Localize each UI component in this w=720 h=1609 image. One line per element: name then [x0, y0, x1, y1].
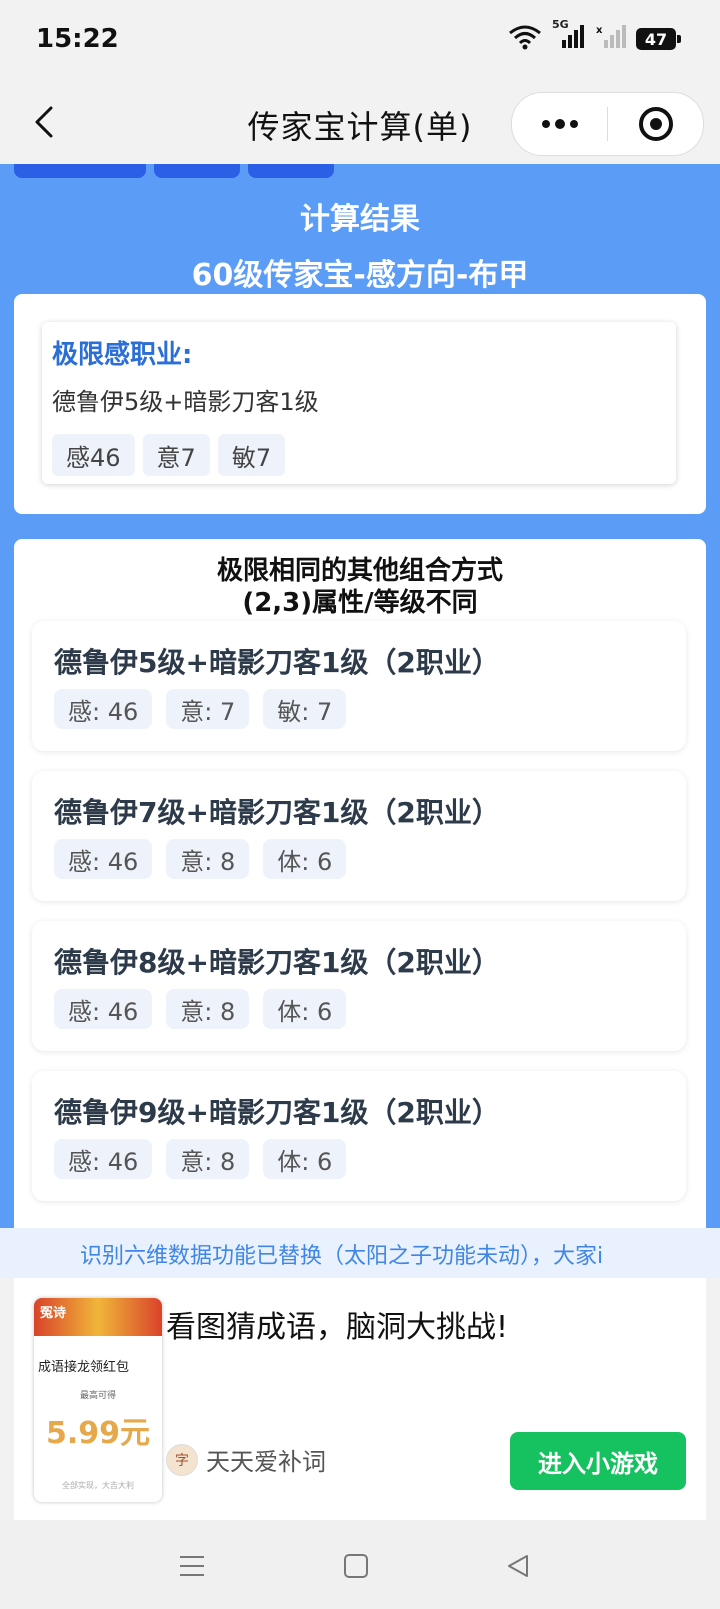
stat-chip: 感: 46	[54, 839, 153, 879]
more-dots-icon	[541, 119, 578, 129]
other-combos-title-line2: (2,3)属性/等级不同	[242, 588, 478, 618]
top-button-1[interactable]	[14, 164, 146, 178]
result-subtitle: 60级传家宝-感方向-布甲	[191, 258, 529, 293]
notice-text: 识别六维数据功能已替换（太阳之子功能未动），大家i	[80, 1244, 604, 1269]
combo-name: 德鲁伊5级+暗影刀客1级（2职业）	[54, 646, 500, 679]
combo-name: 德鲁伊9级+暗影刀客1级（2职业）	[54, 1096, 500, 1129]
home-key[interactable]	[336, 1548, 376, 1584]
notice-marquee: 识别六维数据功能已替换（太阳之子功能未动），大家i	[0, 1228, 720, 1278]
stat-chip: 意: 8	[166, 1139, 250, 1179]
content-area[interactable]: 计算结果 60级传家宝-感方向-布甲 极限感职业: 德鲁伊5级+暗影刀客1级 感…	[0, 164, 720, 1228]
svg-text:x: x	[596, 25, 603, 36]
wifi-icon	[508, 24, 542, 54]
back-key[interactable]	[498, 1548, 538, 1584]
close-miniprogram-button[interactable]	[608, 93, 703, 155]
thumb-banner: 冤诗	[34, 1298, 162, 1336]
limit-card: 极限感职业: 德鲁伊5级+暗影刀客1级 感46 意7 敏7	[14, 294, 706, 514]
status-time: 15:22	[36, 24, 119, 54]
status-bar: 15:22 5G x 47	[0, 0, 720, 84]
thumb-small: 最高可得	[79, 1391, 116, 1401]
combo-stats: 感: 46 意: 8 体: 6	[54, 839, 347, 879]
top-button-2[interactable]	[154, 164, 240, 178]
thumb-price: 5.99元	[45, 1416, 151, 1451]
status-icons: 5G x 47	[508, 18, 681, 54]
combo-name: 德鲁伊8级+暗影刀客1级（2职业）	[54, 946, 500, 979]
other-combos-title-line1: 极限相同的其他组合方式	[216, 556, 503, 586]
stat-chip: 意7	[142, 434, 210, 476]
stat-chip: 意: 8	[166, 839, 250, 879]
combo-item: 德鲁伊5级+暗影刀客1级（2职业） 感: 46 意: 7 敏: 7	[32, 621, 686, 751]
combo-list: 德鲁伊5级+暗影刀客1级（2职业） 感: 46 意: 7 敏: 7 德鲁伊7级+…	[32, 621, 686, 1221]
stat-chip: 感46	[52, 434, 135, 476]
square-icon	[344, 1554, 368, 1578]
nav-bar: 传家宝计算(单)	[0, 84, 720, 164]
menu-key[interactable]	[172, 1548, 212, 1584]
limit-inner: 极限感职业: 德鲁伊5级+暗影刀客1级 感46 意7 敏7	[42, 322, 676, 484]
combo-stats: 感: 46 意: 8 体: 6	[54, 989, 347, 1029]
stat-chip: 体: 6	[263, 989, 347, 1029]
enter-game-button[interactable]: 进入小游戏	[510, 1432, 686, 1490]
stat-chip: 感: 46	[54, 989, 153, 1029]
stat-chip: 感: 46	[54, 689, 153, 729]
top-button-3[interactable]	[248, 164, 334, 178]
thumb-line: 成语接龙领红包	[38, 1360, 130, 1375]
limit-combo: 德鲁伊5级+暗影刀客1级	[52, 388, 319, 416]
stat-chip: 体: 6	[263, 839, 347, 879]
stat-chip: 敏7	[217, 434, 286, 476]
capsule-menu	[511, 92, 704, 156]
combo-stats: 感: 46 意: 8 体: 6	[54, 1139, 347, 1179]
ad-app: 字 天天爱补词	[166, 1442, 326, 1477]
stat-chip: 感: 46	[54, 1139, 153, 1179]
top-buttons-cutoff	[14, 164, 334, 178]
limit-heading: 极限感职业:	[52, 340, 193, 370]
app-icon: 字	[166, 1443, 198, 1476]
combo-stats: 感: 46 意: 7 敏: 7	[54, 689, 347, 729]
ad-banner[interactable]: 冤诗 成语接龙领红包 最高可得 5.99元 全部实现，大吉大利 看图猜成语，脑洞…	[14, 1278, 706, 1520]
stat-chip: 意: 8	[166, 989, 250, 1029]
battery-icon: 47	[636, 28, 681, 50]
ad-thumbnail[interactable]: 冤诗 成语接龙领红包 最高可得 5.99元 全部实现，大吉大利	[34, 1298, 162, 1502]
system-nav-bar	[0, 1520, 720, 1609]
ad-app-name: 天天爱补词	[206, 1448, 326, 1476]
menu-lines-icon	[180, 1556, 204, 1576]
stat-chip: 体: 6	[263, 1139, 347, 1179]
stat-chip: 敏: 7	[263, 689, 347, 729]
other-combos-title: 极限相同的其他组合方式 (2,3)属性/等级不同	[14, 555, 706, 619]
ad-headline: 看图猜成语，脑洞大挑战!	[166, 1310, 509, 1345]
signal-5g-icon: 5G	[552, 18, 586, 54]
signal-inactive-icon: x	[596, 24, 626, 54]
triangle-back-icon	[508, 1555, 528, 1577]
limit-stats: 感46 意7 敏7	[52, 434, 286, 476]
more-button[interactable]	[512, 93, 607, 155]
combo-item: 德鲁伊9级+暗影刀客1级（2职业） 感: 46 意: 8 体: 6	[32, 1071, 686, 1201]
other-combos-card: 极限相同的其他组合方式 (2,3)属性/等级不同 德鲁伊5级+暗影刀客1级（2职…	[14, 539, 706, 1228]
combo-item: 德鲁伊7级+暗影刀客1级（2职业） 感: 46 意: 8 体: 6	[32, 771, 686, 901]
stat-chip: 意: 7	[166, 689, 250, 729]
network-type: 5G	[552, 18, 569, 31]
target-circle-icon	[638, 107, 673, 141]
combo-name: 德鲁伊7级+暗影刀客1级（2职业）	[54, 796, 500, 829]
combo-item: 德鲁伊8级+暗影刀客1级（2职业） 感: 46 意: 8 体: 6	[32, 921, 686, 1051]
thumb-foot: 全部实现，大吉大利	[62, 1481, 134, 1490]
result-title: 计算结果	[300, 202, 420, 237]
